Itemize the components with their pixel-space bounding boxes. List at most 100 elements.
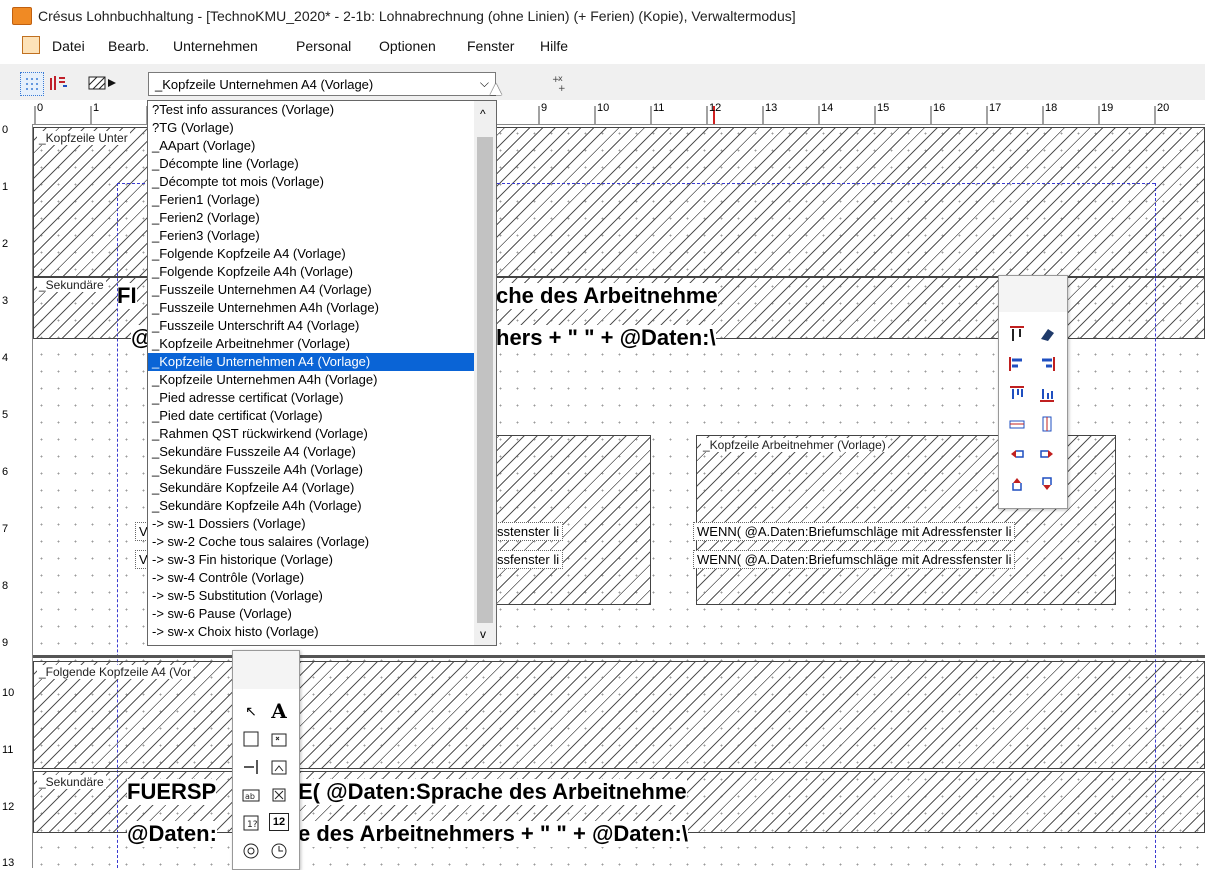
arrow-down-icon[interactable] [1037, 474, 1057, 494]
dropdown-item[interactable]: _Ferien2 (Vorlage) [148, 209, 474, 227]
pointer-icon[interactable]: ↖ [241, 701, 261, 721]
formula-text[interactable]: e des Arbeitnehmers + " " + @Daten:\ [298, 821, 688, 847]
ruler-label: 8 [2, 580, 9, 592]
address-box-left[interactable] [473, 435, 651, 605]
dropdown-item[interactable]: -> sw-4 Contrôle (Vorlage) [148, 569, 474, 587]
dropdown-item[interactable]: _Pied date certificat (Vorlage) [148, 407, 474, 425]
menu-unternehmen[interactable]: Unternehmen [173, 38, 258, 54]
ruler-label: 14 [821, 102, 834, 114]
snap-grid-icon[interactable] [48, 72, 70, 94]
template-combo[interactable]: _Kopfzeile Unternehmen A4 (Vorlage) ⌵ [148, 72, 496, 96]
section-divider [33, 655, 1205, 658]
formula-text[interactable]: @Daten: [127, 821, 217, 847]
dropdown-item[interactable]: _Ferien3 (Vorlage) [148, 227, 474, 245]
hatch-next-icon[interactable] [88, 72, 120, 94]
align-bottom-icon[interactable] [1037, 384, 1057, 404]
text-fragment[interactable]: FI [117, 283, 137, 309]
field-tool-icon[interactable]: ab [241, 785, 261, 805]
formula-tool-icon[interactable]: 1? [241, 813, 261, 833]
scroll-down-icon[interactable]: v [480, 627, 486, 641]
dropdown-item[interactable]: _Fusszeile Unterschrift A4 (Vorlage) [148, 317, 474, 335]
palette-titlebar[interactable] [233, 651, 299, 689]
dropdown-item[interactable]: _Ferien1 (Vorlage) [148, 191, 474, 209]
section-label: _Sekundäre [37, 775, 106, 789]
dropdown-item[interactable]: -> sw-1 Dossiers (Vorlage) [148, 515, 474, 533]
checkbox-tool-icon[interactable] [269, 785, 289, 805]
section-folgende-kopfzeile[interactable] [33, 661, 1205, 769]
dropdown-item[interactable]: _Décompte line (Vorlage) [148, 155, 474, 173]
clock-icon[interactable] [269, 841, 289, 861]
number-tool-icon[interactable]: 12 [269, 813, 289, 831]
ruler-label: 7 [2, 523, 9, 535]
template-dropdown-list[interactable]: ?Test info assurances (Vorlage) ?TG (Vorl… [147, 100, 497, 646]
address-field[interactable]: WENN( @A.Daten:Briefumschläge mit Adress… [693, 522, 1016, 541]
dropdown-item[interactable]: _Pied adresse certificat (Vorlage) [148, 389, 474, 407]
dropdown-item[interactable]: _Kopfzeile Arbeitnehmer (Vorlage) [148, 335, 474, 353]
dropdown-item[interactable]: -> sw-3 Fin historique (Vorlage) [148, 551, 474, 569]
dropdown-item[interactable]: ?Test info assurances (Vorlage) [148, 101, 474, 119]
dropdown-scrollbar[interactable]: ^ v [474, 101, 496, 645]
dropdown-item[interactable]: _Fusszeile Unternehmen A4 (Vorlage) [148, 281, 474, 299]
dropdown-item[interactable]: _Sekundäre Kopfzeile A4 (Vorlage) [148, 479, 474, 497]
menu-optionen[interactable]: Optionen [379, 38, 436, 54]
formula-text[interactable]: FUERSP [127, 779, 217, 805]
ruler-label: 0 [2, 124, 9, 136]
image-tool-icon[interactable] [269, 757, 289, 777]
dropdown-item[interactable]: -> sw-x Choix histo (Vorlage) [148, 623, 474, 641]
dropdown-item[interactable]: ?TG (Vorlage) [148, 119, 474, 137]
line-tool-icon[interactable] [241, 757, 261, 777]
align-left-icon[interactable] [1007, 354, 1027, 374]
formula-text[interactable]: E( @Daten:Sprache des Arbeitnehme [298, 779, 687, 805]
rectangle-icon[interactable] [241, 729, 261, 749]
dropdown-item[interactable]: _Folgende Kopfzeile A4 (Vorlage) [148, 245, 474, 263]
dropdown-item[interactable]: _AApart (Vorlage) [148, 137, 474, 155]
dropdown-item[interactable]: _Rahmen QST rückwirkend (Vorlage) [148, 425, 474, 443]
same-height-icon[interactable] [1037, 414, 1057, 434]
ruler-label: 13 [2, 857, 15, 869]
address-field[interactable]: WENN( @A.Daten:Briefumschläge mit Adress… [693, 550, 1016, 569]
address-field[interactable]: ssfenster li [493, 550, 564, 569]
dropdown-item[interactable]: -> sw-6 Pause (Vorlage) [148, 605, 474, 623]
add-cross-icon[interactable]: + x + [548, 72, 570, 94]
ruler-label: 6 [2, 466, 9, 478]
dropdown-item[interactable]: _Kopfzeile Unternehmen A4 (Vorlage) [148, 353, 474, 371]
dropdown-item[interactable]: _Kopfzeile Unternehmen A4h (Vorlage) [148, 371, 474, 389]
document-icon[interactable] [22, 36, 40, 54]
arrow-left-icon[interactable] [1007, 444, 1027, 464]
menu-hilfe[interactable]: Hilfe [540, 38, 568, 54]
xy-frame-icon[interactable] [269, 729, 289, 749]
arrow-up-icon[interactable] [1007, 474, 1027, 494]
dropdown-item[interactable]: -> sw-5 Substitution (Vorlage) [148, 587, 474, 605]
dropdown-item[interactable]: _Sekundäre Fusszeile A4h (Vorlage) [148, 461, 474, 479]
align-top-blocks-icon[interactable] [1007, 384, 1027, 404]
dropdown-item[interactable]: -> sw-2 Coche tous salaires (Vorlage) [148, 533, 474, 551]
dropdown-item[interactable]: _Sekundäre Fusszeile A4 (Vorlage) [148, 443, 474, 461]
scrollbar-thumb[interactable] [477, 137, 493, 623]
menu-personal[interactable]: Personal [296, 38, 351, 54]
formula-text[interactable]: hers + " " + @Daten:\ [496, 325, 716, 351]
palette-titlebar[interactable] [999, 276, 1067, 312]
ruler-label: 18 [1045, 102, 1058, 114]
same-width-icon[interactable] [1007, 414, 1027, 434]
arrow-right-icon[interactable] [1037, 444, 1057, 464]
ruler-label: 12 [2, 801, 15, 813]
eraser-icon[interactable] [1037, 324, 1057, 344]
scroll-up-icon[interactable]: ^ [480, 107, 486, 121]
align-right-icon[interactable] [1037, 354, 1057, 374]
title-bar: Crésus Lohnbuchhaltung - [TechnoKMU_2020… [0, 0, 1205, 30]
grid-icon[interactable] [20, 72, 44, 96]
align-top-icon[interactable] [1007, 324, 1027, 344]
formula-text[interactable]: che des Arbeitnehme [496, 283, 718, 309]
dropdown-item[interactable]: _Folgende Kopfzeile A4h (Vorlage) [148, 263, 474, 281]
menu-datei[interactable]: Datei [52, 38, 85, 54]
dropdown-item[interactable]: _Décompte tot mois (Vorlage) [148, 173, 474, 191]
dropdown-item[interactable]: _Sekundäre Kopfzeile A4h (Vorlage) [148, 497, 474, 515]
menu-bearb[interactable]: Bearb. [108, 38, 149, 54]
dropdown-item[interactable]: _Fusszeile Unternehmen A4h (Vorlage) [148, 299, 474, 317]
stamp-icon[interactable] [241, 841, 261, 861]
ruler-label: 20 [1157, 102, 1170, 114]
menu-fenster[interactable]: Fenster [467, 38, 514, 54]
address-field[interactable]: sstenster li [493, 522, 564, 541]
alignment-palette [998, 275, 1068, 509]
text-tool-icon[interactable]: A [269, 699, 289, 723]
